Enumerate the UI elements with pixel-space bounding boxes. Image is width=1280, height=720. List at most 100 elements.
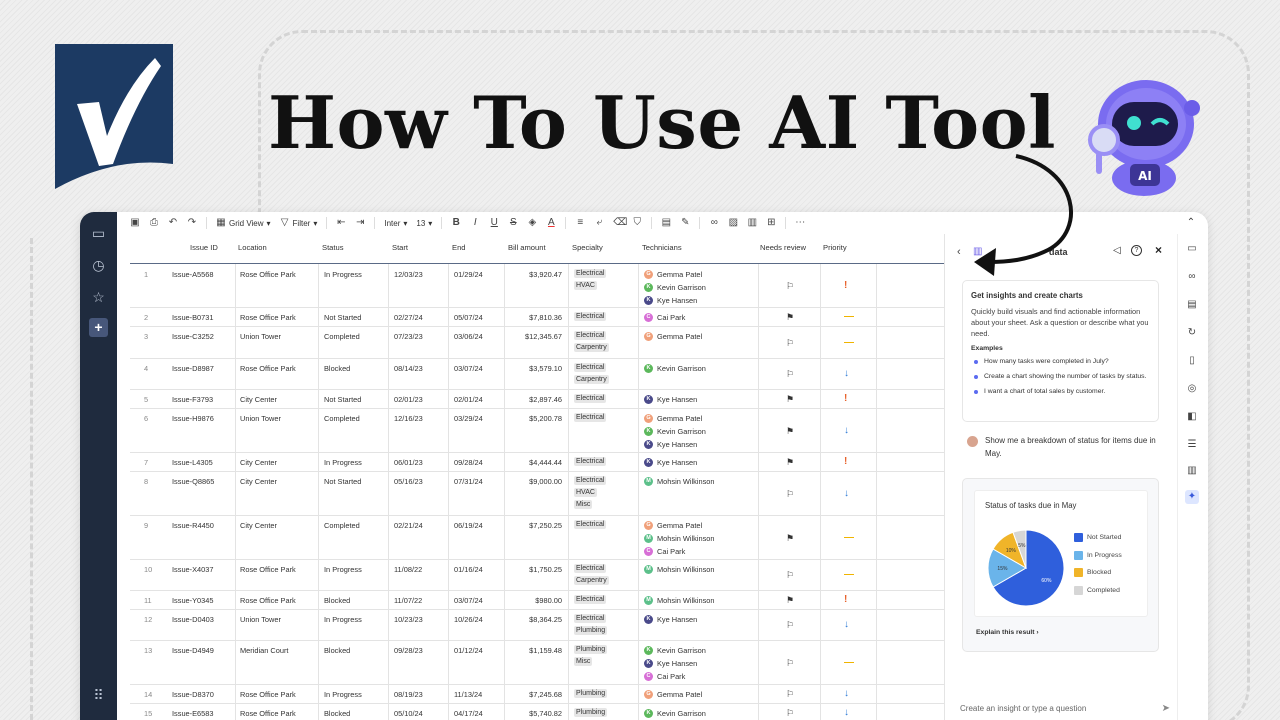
flag-icon[interactable]: ⚑ <box>786 533 794 544</box>
status-cell[interactable]: Not Started <box>324 395 361 404</box>
status-cell[interactable]: Completed <box>324 332 360 341</box>
issue-id-cell[interactable]: Issue-A5568 <box>172 270 214 279</box>
end-cell[interactable]: 10/26/24 <box>454 615 483 624</box>
status-cell[interactable]: Blocked <box>324 364 350 373</box>
row-number[interactable]: 4 <box>144 364 148 373</box>
flag-icon[interactable]: ⚐ <box>786 489 794 500</box>
location-cell[interactable]: Rose Office Park <box>240 364 296 373</box>
row-number[interactable]: 12 <box>144 615 152 624</box>
technicians-cell[interactable]: K Kevin Garrison <box>644 708 706 720</box>
add-icon[interactable]: + <box>89 318 108 337</box>
bill-cell[interactable]: $2,897.46 <box>508 395 562 404</box>
table-row[interactable]: 4 Issue-D8987 Rose Office Park Blocked 08/14… <box>130 360 944 390</box>
specialty-cell[interactable]: Electrical <box>574 413 607 425</box>
priority-icon[interactable]: ↓ <box>844 488 849 499</box>
summary-icon[interactable]: ▯ <box>1185 354 1199 368</box>
priority-icon[interactable]: ! <box>844 280 847 291</box>
align-icon[interactable]: ≡ <box>575 218 585 228</box>
priority-icon[interactable]: ↓ <box>844 425 849 436</box>
status-cell[interactable]: Completed <box>324 414 360 423</box>
status-cell[interactable]: In Progress <box>324 615 362 624</box>
location-cell[interactable]: City Center <box>240 458 277 467</box>
flag-icon[interactable]: ⚐ <box>786 620 794 631</box>
issue-id-cell[interactable]: Issue-B0731 <box>172 313 214 322</box>
underline-icon[interactable]: U <box>489 218 499 228</box>
highlight-icon[interactable]: ✎ <box>680 218 690 228</box>
table-row[interactable]: 12 Issue-D0403 Union Tower In Progress 10/23… <box>130 611 944 641</box>
location-cell[interactable]: Union Tower <box>240 332 281 341</box>
table-row[interactable]: 13 Issue-D4949 Meridian Court Blocked 09/28/… <box>130 642 944 685</box>
end-cell[interactable]: 03/29/24 <box>454 414 483 423</box>
row-number[interactable]: 5 <box>144 395 148 404</box>
specialty-cell[interactable]: Electrical Carpentry <box>574 564 609 588</box>
status-cell[interactable]: Not Started <box>324 477 361 486</box>
column-header[interactable]: Issue ID <box>190 243 218 252</box>
issue-id-cell[interactable]: Issue-D0403 <box>172 615 214 624</box>
table-row[interactable]: 2 Issue-B0731 Rose Office Park Not Started 0… <box>130 309 944 327</box>
bill-cell[interactable]: $7,810.36 <box>508 313 562 322</box>
chart-icon[interactable]: ▥ <box>747 218 757 228</box>
close-icon[interactable]: × <box>1155 243 1162 257</box>
recents-icon[interactable]: ◷ <box>89 256 108 275</box>
bill-cell[interactable]: $7,250.25 <box>508 521 562 530</box>
reports-icon[interactable]: ▥ <box>1185 464 1199 478</box>
specialty-cell[interactable]: Electrical <box>574 520 607 532</box>
column-header[interactable]: Location <box>238 243 267 252</box>
column-header[interactable]: Status <box>322 243 344 252</box>
technicians-cell[interactable]: K Kevin Garrison <box>644 363 706 376</box>
column-header[interactable]: End <box>452 243 466 252</box>
table-row[interactable]: 11 Issue-Y0345 Rose Office Park Blocked 11/0… <box>130 592 944 610</box>
comments-icon[interactable]: ▭ <box>1185 242 1199 256</box>
conditional-format-icon[interactable]: ▤ <box>661 218 671 228</box>
size-dropdown[interactable]: 13 ▾ <box>416 219 432 228</box>
specialty-cell[interactable]: Electrical Plumbing <box>574 614 608 638</box>
example-item[interactable]: Create a chart showing the number of tas… <box>971 372 1150 382</box>
issue-id-cell[interactable]: Issue-Y0345 <box>172 596 214 605</box>
view-dropdown[interactable]: ▦ Grid View ▾ <box>216 218 270 228</box>
fill-color-icon[interactable]: ◈ <box>527 218 537 228</box>
status-cell[interactable]: In Progress <box>324 270 362 279</box>
start-cell[interactable]: 11/07/22 <box>394 596 422 605</box>
priority-icon[interactable]: — <box>844 532 854 543</box>
priority-icon[interactable]: ↓ <box>844 619 849 630</box>
bill-cell[interactable]: $8,364.25 <box>508 615 562 624</box>
issue-id-cell[interactable]: Issue-R4450 <box>172 521 214 530</box>
issue-id-cell[interactable]: Issue-D8370 <box>172 690 214 699</box>
table-row[interactable]: 10 Issue-X4037 Rose Office Park In Progress… <box>130 561 944 591</box>
flag-icon[interactable]: ⚐ <box>786 708 794 719</box>
wrap-icon[interactable]: ⤶ <box>594 218 604 228</box>
end-cell[interactable]: 09/28/24 <box>454 458 483 467</box>
column-header[interactable]: Needs review <box>760 243 806 252</box>
location-cell[interactable]: Rose Office Park <box>240 690 296 699</box>
priority-icon[interactable]: — <box>844 311 854 322</box>
bill-cell[interactable]: $3,579.10 <box>508 364 562 373</box>
row-number[interactable]: 14 <box>144 690 152 699</box>
specialty-cell[interactable]: Plumbing <box>574 708 608 720</box>
location-cell[interactable]: City Center <box>240 395 277 404</box>
technicians-cell[interactable]: M Mohsin Wilkinson <box>644 595 715 608</box>
technicians-cell[interactable]: C Cai Park <box>644 312 685 325</box>
start-cell[interactable]: 07/23/23 <box>394 332 423 341</box>
row-number[interactable]: 9 <box>144 521 148 530</box>
activity-icon[interactable]: ↻ <box>1185 326 1199 340</box>
example-item[interactable]: How many tasks were completed in July? <box>971 357 1150 367</box>
start-cell[interactable]: 05/16/23 <box>394 477 423 486</box>
flag-icon[interactable]: ⚑ <box>786 312 794 323</box>
specialty-cell[interactable]: Electrical <box>574 595 607 607</box>
row-number[interactable]: 6 <box>144 414 148 423</box>
start-cell[interactable]: 11/08/22 <box>394 565 422 574</box>
technicians-cell[interactable]: G Gemma Patel K Kevin Garrison K Kye Hansen <box>644 413 706 452</box>
bill-cell[interactable]: $9,000.00 <box>508 477 562 486</box>
ai-sparkle-icon[interactable]: ✦ <box>1185 490 1199 504</box>
start-cell[interactable]: 08/19/23 <box>394 690 423 699</box>
apps-grid-icon[interactable]: ⠿ <box>89 686 108 705</box>
row-number[interactable]: 3 <box>144 332 148 341</box>
back-chevron-icon[interactable]: ‹ <box>957 246 961 258</box>
end-cell[interactable]: 01/16/24 <box>454 565 483 574</box>
flag-icon[interactable]: ⚑ <box>786 426 794 437</box>
folder-icon[interactable]: ▭ <box>89 224 108 243</box>
end-cell[interactable]: 01/12/24 <box>454 646 483 655</box>
explain-link[interactable]: Explain this result › <box>976 629 1039 636</box>
flag-icon[interactable]: ⚑ <box>786 595 794 606</box>
issue-id-cell[interactable]: Issue-C3252 <box>172 332 214 341</box>
